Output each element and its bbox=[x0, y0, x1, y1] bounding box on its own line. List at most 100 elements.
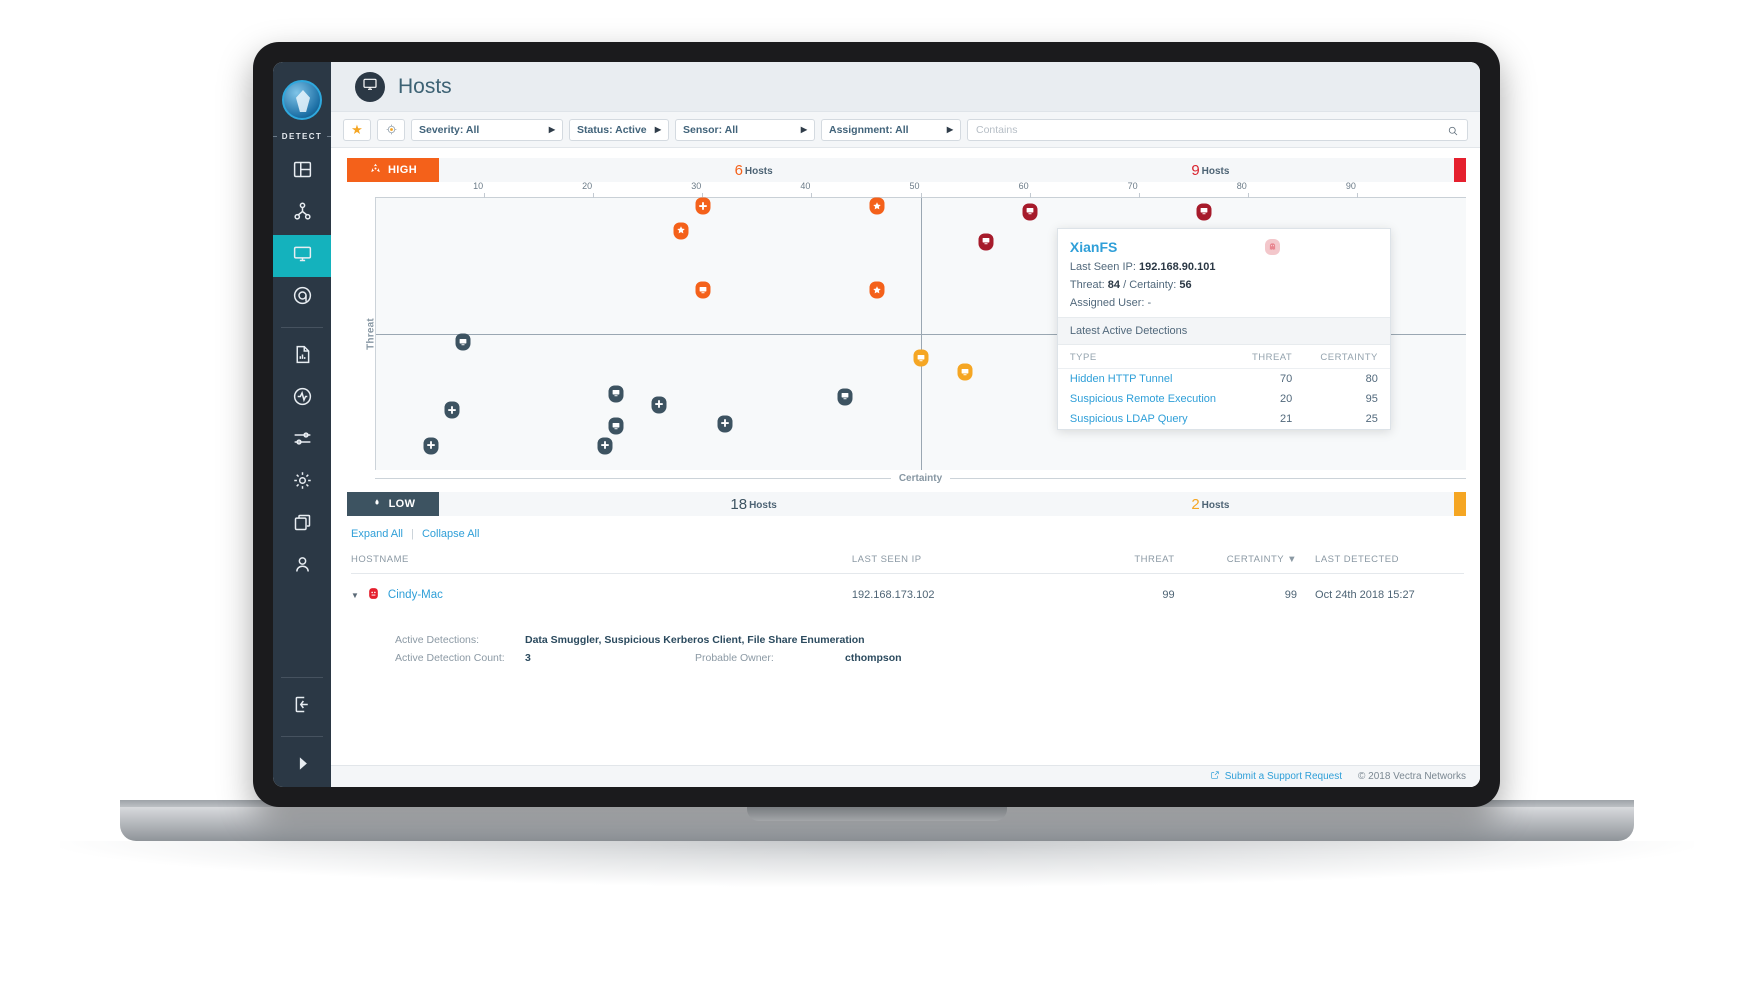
severity-filter-select[interactable]: Severity: All ▶ bbox=[411, 118, 563, 141]
chevron-right-icon bbox=[292, 753, 313, 779]
pulse-icon bbox=[292, 386, 313, 412]
scatter-point-low[interactable] bbox=[455, 333, 471, 351]
cell-certainty: 99 bbox=[1284, 589, 1298, 601]
ghost-icon bbox=[1264, 238, 1280, 255]
popup-detection-type[interactable]: Suspicious LDAP Query bbox=[1058, 409, 1237, 429]
severity-band-high: HIGH 6 Hosts 9 Hosts bbox=[347, 158, 1466, 182]
scatter-point-low[interactable] bbox=[597, 437, 613, 455]
favorite-filter-button[interactable]: ★ bbox=[343, 118, 371, 141]
popup-scores-row: Threat: 84 / Certainty: 56 bbox=[1070, 279, 1378, 291]
scatter-point-high[interactable] bbox=[695, 281, 711, 299]
collapse-all-link[interactable]: Collapse All bbox=[422, 528, 479, 540]
crosshair-icon bbox=[385, 123, 398, 136]
host-count-low-right: 2 Hosts bbox=[1191, 496, 1229, 513]
host-count-low-left: 18 Hosts bbox=[730, 496, 776, 513]
scatter-point-low[interactable] bbox=[608, 417, 624, 435]
popup-last-seen-ip-value: 192.168.90.101 bbox=[1138, 260, 1216, 273]
popup-detection-row[interactable]: Suspicious LDAP Query 21 25 bbox=[1058, 409, 1390, 429]
col-last-detected[interactable]: LAST DETECTED bbox=[1297, 554, 1464, 574]
search-icon[interactable] bbox=[1447, 124, 1459, 142]
scatter-point-high[interactable] bbox=[869, 197, 885, 215]
active-detection-count-row: Active Detection Count: 3 Probable Owner… bbox=[395, 652, 1464, 664]
host-count-high-left: 6 Hosts bbox=[735, 162, 773, 179]
sidebar-item-hosts[interactable] bbox=[273, 235, 331, 277]
cross-icon bbox=[600, 437, 609, 455]
popup-table-body: Hidden HTTP Tunnel 70 80 Suspicious Remote … bbox=[1058, 368, 1390, 429]
popup-section-title: Latest Active Detections bbox=[1057, 316, 1390, 345]
severity-band-high-end bbox=[1454, 158, 1466, 182]
popup-detection-threat: 70 bbox=[1279, 372, 1293, 385]
sidebar-item-campaigns[interactable] bbox=[273, 193, 331, 235]
assignment-filter-select[interactable]: Assignment: All ▶ bbox=[821, 118, 961, 141]
sidebar-item-dashboard[interactable] bbox=[273, 151, 331, 193]
scatter-point-low[interactable] bbox=[651, 396, 667, 414]
scatter-point-high[interactable] bbox=[673, 222, 689, 240]
layers-icon bbox=[292, 512, 313, 538]
product-label: DETECT bbox=[281, 132, 323, 141]
support-request-link[interactable]: Submit a Support Request bbox=[1210, 770, 1342, 783]
host-count-low-right-value: 2 bbox=[1191, 495, 1200, 513]
laptop-body: DETECT Hosts ★ Severity: All ▶ Status: A… bbox=[253, 42, 1500, 807]
sidebar-item-logout[interactable] bbox=[273, 686, 331, 728]
scatter-point-high[interactable] bbox=[869, 281, 885, 299]
popup-detection-row[interactable]: Hidden HTTP Tunnel 70 80 bbox=[1058, 368, 1390, 389]
popup-detection-type[interactable]: Hidden HTTP Tunnel bbox=[1058, 368, 1237, 389]
severity-chip-low[interactable]: LOW bbox=[347, 492, 439, 516]
monitor-icon bbox=[292, 243, 313, 269]
popup-detection-certainty: 95 bbox=[1365, 392, 1378, 405]
col-last-seen-ip[interactable]: LAST SEEN IP bbox=[851, 554, 1075, 574]
scatter-point-medium[interactable] bbox=[913, 349, 929, 367]
host-detail-popup: XianFS Last Seen IP: 192.168.90.101 Thre… bbox=[1056, 227, 1391, 430]
col-certainty[interactable]: CERTAINTY ▼ bbox=[1174, 554, 1298, 574]
caret-down-icon[interactable]: ▼ bbox=[351, 591, 359, 600]
scatter-point-critical[interactable] bbox=[1022, 203, 1038, 221]
status-filter-select[interactable]: Status: Active ▶ bbox=[569, 118, 669, 141]
severity-chip-high[interactable]: HIGH bbox=[347, 158, 439, 182]
popup-detection-threat: 20 bbox=[1279, 392, 1293, 405]
chevron-down-icon: ▶ bbox=[548, 125, 555, 134]
row-detail-panel: Active Detections: Data Smuggler, Suspic… bbox=[351, 616, 1464, 664]
popup-table-header-row: TYPE THREAT CERTAINTY bbox=[1057, 344, 1390, 369]
sidebar-item-settings[interactable] bbox=[273, 462, 331, 504]
sidebar-item-reports[interactable] bbox=[273, 336, 331, 378]
scatter-point-low[interactable] bbox=[608, 385, 624, 403]
copyright-text: © 2018 Vectra Networks bbox=[1358, 771, 1466, 782]
x-axis-label-row: Certainty bbox=[375, 470, 1466, 486]
sidebar-item-users[interactable] bbox=[273, 546, 331, 588]
popup-detection-row[interactable]: Suspicious Remote Execution 20 95 bbox=[1058, 389, 1390, 409]
sidebar-item-health[interactable] bbox=[273, 378, 331, 420]
sidebar-expand-toggle[interactable] bbox=[273, 745, 331, 787]
scatter-point-low[interactable] bbox=[717, 415, 733, 433]
scatter-point-medium[interactable] bbox=[957, 363, 973, 381]
col-hostname[interactable]: HOSTNAME bbox=[351, 554, 852, 574]
hostname-link[interactable]: Cindy-Mac bbox=[388, 589, 443, 601]
col-threat[interactable]: THREAT bbox=[1074, 554, 1175, 574]
hosts-table-header-row: HOSTNAME LAST SEEN IP THREAT CERTAINTY ▼… bbox=[351, 554, 1464, 574]
sensor-filter-select[interactable]: Sensor: All ▶ bbox=[675, 118, 815, 141]
popup-hostname[interactable]: XianFS bbox=[1070, 239, 1378, 255]
user-icon bbox=[292, 554, 313, 580]
active-detection-count-value: 3 bbox=[525, 652, 531, 664]
vectra-logo[interactable] bbox=[282, 80, 322, 120]
scatter-point-low[interactable] bbox=[837, 388, 853, 406]
sidebar: DETECT bbox=[273, 62, 331, 787]
scatter-point-critical[interactable] bbox=[1196, 203, 1212, 221]
sensor-filter-label: Sensor: All bbox=[683, 123, 739, 136]
host-critical-icon bbox=[367, 586, 380, 604]
scatter-point-critical[interactable] bbox=[978, 233, 994, 251]
search-input[interactable] bbox=[976, 123, 1459, 136]
table-row[interactable]: ▼ Cindy-Mac 192.168.173.102 99 99 Oct 24… bbox=[351, 574, 1464, 617]
scatter-point-high[interactable] bbox=[695, 197, 711, 215]
sidebar-item-groups[interactable] bbox=[273, 504, 331, 546]
scatter-point-low[interactable] bbox=[444, 401, 460, 419]
monitor-icon bbox=[917, 349, 926, 367]
saved-view-button[interactable] bbox=[377, 118, 405, 141]
app-footer: Submit a Support Request © 2018 Vectra N… bbox=[331, 765, 1480, 787]
scatter-point-low[interactable] bbox=[423, 437, 438, 455]
sidebar-item-rules[interactable] bbox=[273, 420, 331, 462]
star-icon: ★ bbox=[351, 122, 363, 137]
sidebar-item-detections[interactable] bbox=[273, 277, 331, 319]
popup-detection-type[interactable]: Suspicious Remote Execution bbox=[1058, 389, 1237, 409]
expand-all-link[interactable]: Expand All bbox=[351, 528, 403, 540]
x-axis-tick: 30 bbox=[691, 180, 707, 198]
